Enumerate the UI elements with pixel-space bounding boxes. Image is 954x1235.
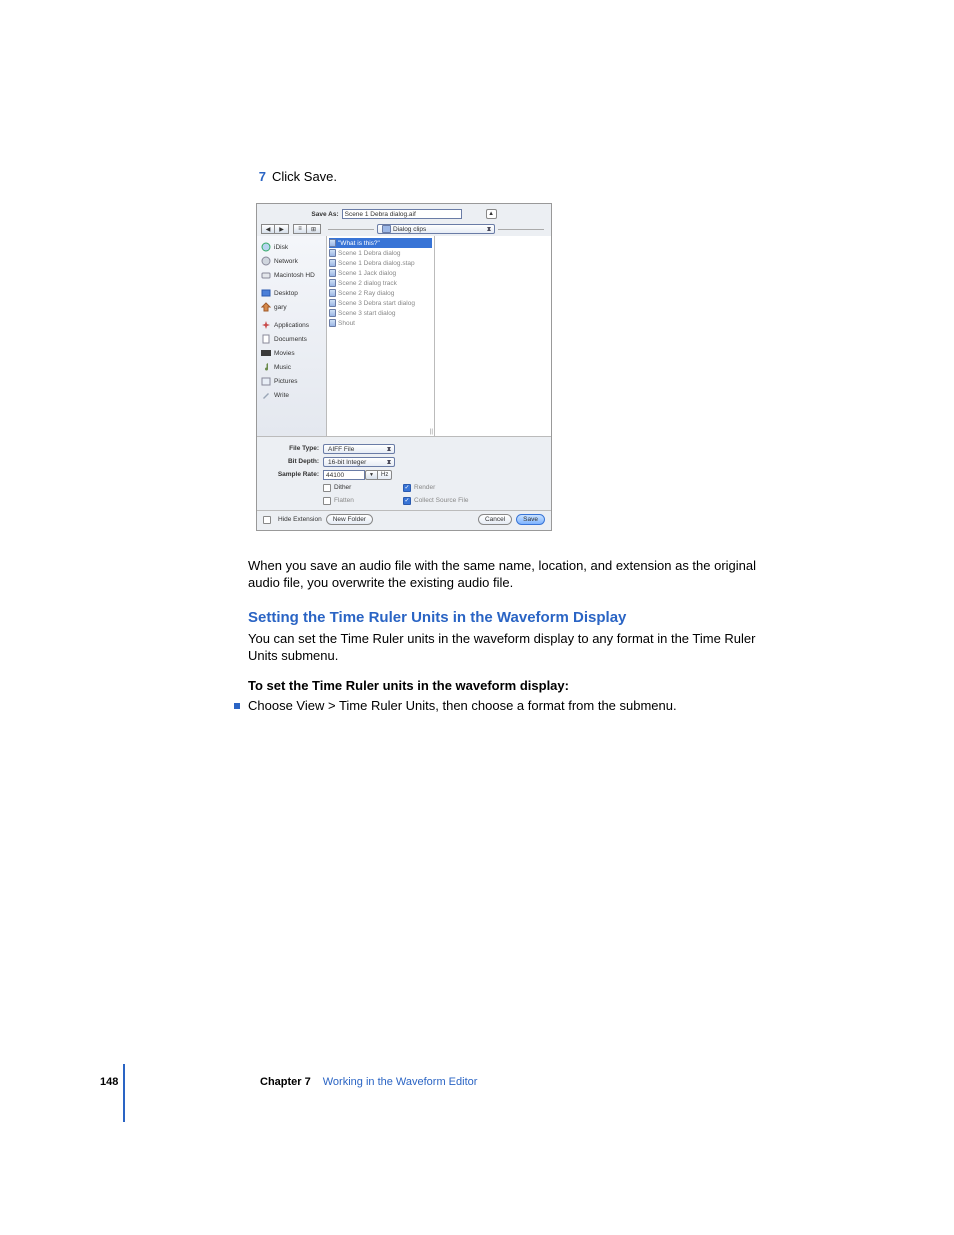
location-label: Dialog clips <box>393 226 426 233</box>
file-icon <box>329 249 336 257</box>
collect-label: Collect Source File <box>414 497 469 504</box>
sidebar-item-idisk[interactable]: iDisk <box>259 240 324 254</box>
dither-checkbox[interactable] <box>323 484 331 492</box>
hide-extension-label: Hide Extension <box>278 516 322 523</box>
file-item[interactable]: Scene 1 Debra dialog.stap <box>329 258 432 268</box>
preview-column <box>435 236 551 436</box>
sample-rate-stepper[interactable]: ▼ <box>365 470 377 480</box>
file-item[interactable]: Shout <box>329 318 432 328</box>
file-item[interactable]: Scene 1 Debra dialog <box>329 248 432 258</box>
sidebar-item-applications[interactable]: Applications <box>259 318 324 332</box>
dialog-toolbar: ◀ ▶ ≡ ⊞ Dialog clips <box>257 222 551 236</box>
chapter-label: Chapter 7 <box>260 1076 311 1088</box>
bit-depth-label: Bit Depth: <box>267 458 323 465</box>
sidebar-item-hd[interactable]: Macintosh HD <box>259 268 324 282</box>
flatten-label: Flatten <box>334 497 354 504</box>
file-item[interactable]: Scene 3 Debra start dialog <box>329 298 432 308</box>
sidebar-item-documents[interactable]: Documents <box>259 332 324 346</box>
bullet-text: Choose View > Time Ruler Units, then cho… <box>248 698 677 713</box>
file-icon <box>329 239 336 247</box>
save-options: File Type: AIFF File Bit Depth: 16-bit I… <box>257 436 551 510</box>
file-icon <box>329 279 336 287</box>
chapter-title: Working in the Waveform Editor <box>323 1076 478 1088</box>
bit-depth-popup[interactable]: 16-bit Integer <box>323 457 395 467</box>
home-icon <box>261 302 271 312</box>
subheading: To set the Time Ruler units in the wavef… <box>248 678 788 693</box>
render-checkbox[interactable]: ✓ <box>403 484 411 492</box>
expand-icon: ▲ <box>488 211 494 217</box>
file-item[interactable]: Scene 3 start dialog <box>329 308 432 318</box>
view-column-button[interactable]: ⊞ <box>307 224 321 234</box>
save-as-row: Save As: Scene 1 Debra dialog.aif ▲ <box>257 204 551 222</box>
collect-checkbox[interactable]: ✓ <box>403 497 411 505</box>
file-icon <box>329 289 336 297</box>
location-popup[interactable]: Dialog clips <box>377 224 495 234</box>
forward-button[interactable]: ▶ <box>275 224 289 234</box>
applications-icon <box>261 320 271 330</box>
file-icon <box>329 299 336 307</box>
file-item[interactable]: Scene 2 Ray dialog <box>329 288 432 298</box>
desktop-icon <box>261 288 271 298</box>
save-dialog: Save As: Scene 1 Debra dialog.aif ▲ ◀ ▶ … <box>256 203 552 531</box>
sidebar-item-pictures[interactable]: Pictures <box>259 374 324 388</box>
idisk-icon <box>261 242 271 252</box>
file-item[interactable]: Scene 1 Jack dialog <box>329 268 432 278</box>
sample-rate-input[interactable]: 44100 <box>323 470 365 480</box>
page-content: 7 Click Save. Save As: Scene 1 Debra dial… <box>248 168 788 714</box>
sidebar-item-movies[interactable]: Movies <box>259 346 324 360</box>
dialog-body: iDisk Network Macintosh HD Desktop gary … <box>257 236 551 436</box>
margin-rule <box>123 1064 125 1122</box>
sidebar-item-network[interactable]: Network <box>259 254 324 268</box>
movies-icon <box>261 348 271 358</box>
pictures-icon <box>261 376 271 386</box>
flatten-checkbox[interactable] <box>323 497 331 505</box>
cancel-button[interactable]: Cancel <box>478 514 512 525</box>
sidebar: iDisk Network Macintosh HD Desktop gary … <box>257 236 327 436</box>
dither-label: Dither <box>334 484 351 491</box>
save-button[interactable]: Save <box>516 514 545 525</box>
save-as-input[interactable]: Scene 1 Debra dialog.aif <box>342 209 462 219</box>
folder-icon <box>382 225 391 233</box>
column-resize-handle[interactable]: || <box>430 429 433 435</box>
body-paragraph-2: You can set the Time Ruler units in the … <box>248 630 788 664</box>
page-number: 148 <box>100 1076 140 1088</box>
step-text: Click Save. <box>272 169 337 184</box>
save-as-label: Save As: <box>311 211 338 218</box>
file-type-popup[interactable]: AIFF File <box>323 444 395 454</box>
file-type-label: File Type: <box>267 445 323 452</box>
network-icon <box>261 256 271 266</box>
page-footer: 148 Chapter 7 Working in the Waveform Ed… <box>100 1076 800 1088</box>
section-heading: Setting the Time Ruler Units in the Wave… <box>248 609 788 626</box>
sample-rate-label: Sample Rate: <box>267 471 323 478</box>
step-line: 7 Click Save. <box>248 168 788 185</box>
file-item[interactable]: Scene 2 dialog track <box>329 278 432 288</box>
bullet-item: Choose View > Time Ruler Units, then cho… <box>234 697 788 714</box>
file-item[interactable]: "What is this?" <box>329 238 432 248</box>
write-icon <box>261 390 271 400</box>
hide-extension-checkbox[interactable] <box>263 516 271 524</box>
sidebar-item-home[interactable]: gary <box>259 300 324 314</box>
file-icon <box>329 319 336 327</box>
hd-icon <box>261 270 271 280</box>
body-paragraph-1: When you save an audio file with the sam… <box>248 557 788 591</box>
step-number: 7 <box>248 168 266 185</box>
sidebar-item-write[interactable]: Write <box>259 388 324 402</box>
file-icon <box>329 259 336 267</box>
render-label: Render <box>414 484 435 491</box>
bullet-icon <box>234 703 240 709</box>
dialog-footer: Hide Extension New Folder Cancel Save <box>257 510 551 528</box>
file-column[interactable]: "What is this?" Scene 1 Debra dialog Sce… <box>327 236 435 436</box>
hz-label: Hz <box>377 470 392 480</box>
file-icon <box>329 309 336 317</box>
new-folder-button[interactable]: New Folder <box>326 514 373 525</box>
expand-button[interactable]: ▲ <box>486 209 497 219</box>
music-icon <box>261 362 271 372</box>
documents-icon <box>261 334 271 344</box>
view-list-button[interactable]: ≡ <box>293 224 307 234</box>
sidebar-item-desktop[interactable]: Desktop <box>259 286 324 300</box>
file-icon <box>329 269 336 277</box>
back-button[interactable]: ◀ <box>261 224 275 234</box>
sidebar-item-music[interactable]: Music <box>259 360 324 374</box>
